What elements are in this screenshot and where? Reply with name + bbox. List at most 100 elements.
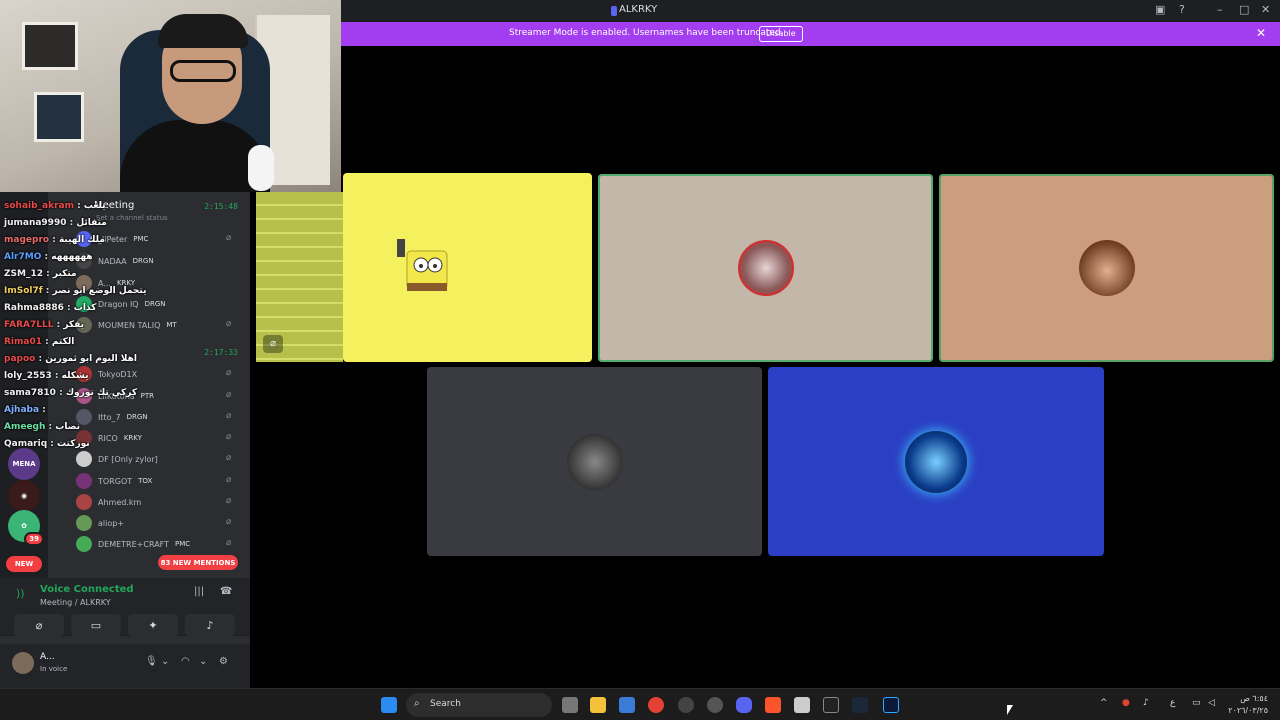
chat-line: papoo : اهلا اليوم ابو ثمورين xyxy=(4,354,137,364)
chat-line: Rahma8886 : كذاب xyxy=(4,303,97,313)
store-icon[interactable] xyxy=(619,697,635,713)
volume-icon[interactable]: ◁ xyxy=(1208,698,1215,708)
chat-line: magepro : ملك الهيبة xyxy=(4,235,105,245)
channel-timer-2: 2:17:33 xyxy=(204,348,238,357)
mic-icon[interactable]: ♪ xyxy=(1143,698,1149,708)
video-tile-5[interactable] xyxy=(768,367,1104,556)
muted-icon: ⌀ xyxy=(226,496,232,506)
close-icon[interactable]: ✕ xyxy=(1256,26,1266,40)
voice-member[interactable]: NADAA DRGN xyxy=(76,252,246,270)
window-title: ALKRKY xyxy=(619,4,658,15)
video-tile-3[interactable] xyxy=(939,174,1274,362)
inbox-icon[interactable]: ▣ xyxy=(1155,3,1165,16)
chat-line: sohaib_akram : يلعب xyxy=(4,201,106,211)
headphones-icon[interactable]: ◠ xyxy=(181,656,190,667)
chevron-up-icon[interactable]: ^ xyxy=(1100,698,1108,708)
steam-icon[interactable] xyxy=(852,697,868,713)
voice-member[interactable]: Ahmed.km ⌀ xyxy=(76,493,246,511)
server-icon[interactable]: ✿ 39 xyxy=(8,510,44,546)
voice-member[interactable]: DF [Only zylor] ⌀ xyxy=(76,450,246,468)
search-box[interactable]: ⌕ Search xyxy=(406,693,552,717)
muted-icon: ⌀ xyxy=(226,475,232,485)
chat-line: Qamariq : نوركتت xyxy=(4,439,90,449)
discord-icon[interactable] xyxy=(736,697,752,713)
webcam-overlay xyxy=(0,0,341,192)
voice-member[interactable]: aliop+ ⌀ xyxy=(76,514,246,532)
streamer-cap xyxy=(158,14,248,48)
chat-line: sama7810 : كركي تك توروك xyxy=(4,388,138,398)
voice-controls: ⌀ ▭ ✦ ♪ xyxy=(0,612,250,642)
participant-avatar xyxy=(566,433,623,490)
activities-button[interactable]: ✦ xyxy=(128,614,178,636)
voice-connected-title[interactable]: Voice Connected xyxy=(40,584,134,595)
video-tile-2[interactable] xyxy=(598,174,933,362)
obs-icon[interactable] xyxy=(678,697,694,713)
participant-avatar xyxy=(1078,240,1135,296)
minimize-button[interactable]: – xyxy=(1217,3,1223,16)
voice-member[interactable]: TokyoD1X ⌀ xyxy=(76,365,246,383)
microphone xyxy=(248,145,274,191)
screenshare-button[interactable]: ▭ xyxy=(71,614,121,636)
server-icon[interactable]: ◉ xyxy=(8,480,40,512)
photoshop-icon[interactable] xyxy=(883,697,899,713)
capcut-icon[interactable] xyxy=(823,697,839,713)
server-icon[interactable]: MENA xyxy=(8,448,40,480)
participant-avatar xyxy=(737,240,794,296)
chat-line: loly_2553 : يشكله xyxy=(4,371,89,381)
app-icon[interactable] xyxy=(794,697,810,713)
discord-sidebar: MENA ◉ ✿ 39 NEW Meeting Set a channel sta… xyxy=(0,192,250,688)
avatar[interactable] xyxy=(12,652,34,674)
muted-icon: ⌀ xyxy=(226,233,232,243)
voice-member[interactable]: TORGOT TOX ⌀ xyxy=(76,472,246,490)
user-panel: A... In voice 🎙 ⌄ ◠ ⌄ ⚙ xyxy=(0,644,250,688)
video-tile-spongebob[interactable] xyxy=(343,173,592,362)
banner-text: Streamer Mode is enabled. Usernames have… xyxy=(509,28,784,38)
voice-member[interactable]: Dragon IQ DRGN xyxy=(76,295,246,313)
signal-icon: )) xyxy=(16,587,25,600)
folder-icon[interactable] xyxy=(590,697,606,713)
tray-app-icon[interactable]: ● xyxy=(1122,698,1130,708)
avatar xyxy=(76,451,92,467)
chevron-down-icon[interactable]: ⌄ xyxy=(161,656,169,667)
clock[interactable]: ٦:٥٤ ص ٢٠٢٦/٠٣/٢٥ xyxy=(1228,693,1268,717)
new-mentions-pill[interactable]: 83 NEW MENTIONS xyxy=(158,555,238,570)
mouse-cursor xyxy=(1007,705,1013,715)
camera-button[interactable]: ⌀ xyxy=(14,614,64,636)
muted-icon: ⌀ xyxy=(226,538,232,548)
gear-icon[interactable]: ⚙ xyxy=(219,656,228,667)
noise-suppression-icon[interactable]: ||| xyxy=(194,586,204,597)
windows-icon[interactable] xyxy=(381,697,397,713)
unread-badge: 39 xyxy=(24,532,44,546)
maximize-button[interactable]: □ xyxy=(1239,3,1249,16)
voice-member[interactable]: Itto_7 DRGN ⌀ xyxy=(76,408,246,426)
voice-member[interactable]: MOUMEN TALIQ MT ⌀ xyxy=(76,316,246,334)
muted-icon: ⌀ xyxy=(226,368,232,378)
task-view-icon[interactable] xyxy=(562,697,578,713)
video-tile-4[interactable] xyxy=(427,367,762,556)
server-list: MENA ◉ ✿ 39 NEW xyxy=(0,192,48,578)
help-icon[interactable]: ? xyxy=(1179,3,1185,16)
close-window-button[interactable]: ✕ xyxy=(1261,3,1270,16)
mic-icon[interactable]: 🎙 xyxy=(145,656,158,667)
voice-member[interactable]: DEMETRE+CRAFT PMC ⌀ xyxy=(76,535,246,553)
network-icon[interactable]: ▭ xyxy=(1192,698,1201,708)
channel-timer: 2:15:48 xyxy=(204,202,238,211)
soundboard-button[interactable]: ♪ xyxy=(185,614,235,636)
participant-avatar xyxy=(905,430,967,493)
voice-member[interactable]: RICO KRKY ⌀ xyxy=(76,429,246,447)
chat-line: FARA7LLL : يفكر xyxy=(4,320,85,330)
new-pill[interactable]: NEW xyxy=(6,556,42,572)
chat-line: Rima01 : الكتم xyxy=(4,337,75,347)
language-indicator[interactable]: ع xyxy=(1170,698,1175,708)
chat-line: Alr7MO : ههههههه xyxy=(4,252,93,262)
voice-channel-path[interactable]: Meeting / ALKRKY xyxy=(40,598,111,607)
username[interactable]: A... xyxy=(40,652,55,662)
chevron-down-icon[interactable]: ⌄ xyxy=(199,656,207,667)
settings-icon[interactable] xyxy=(707,697,723,713)
chrome-icon[interactable] xyxy=(648,697,664,713)
chat-line: Ajhaba : xyxy=(4,405,46,415)
brave-icon[interactable] xyxy=(765,697,781,713)
disconnect-icon[interactable]: ☎ xyxy=(220,586,232,597)
disable-button[interactable]: Disable xyxy=(759,26,803,42)
discord-logo-icon xyxy=(611,6,617,16)
